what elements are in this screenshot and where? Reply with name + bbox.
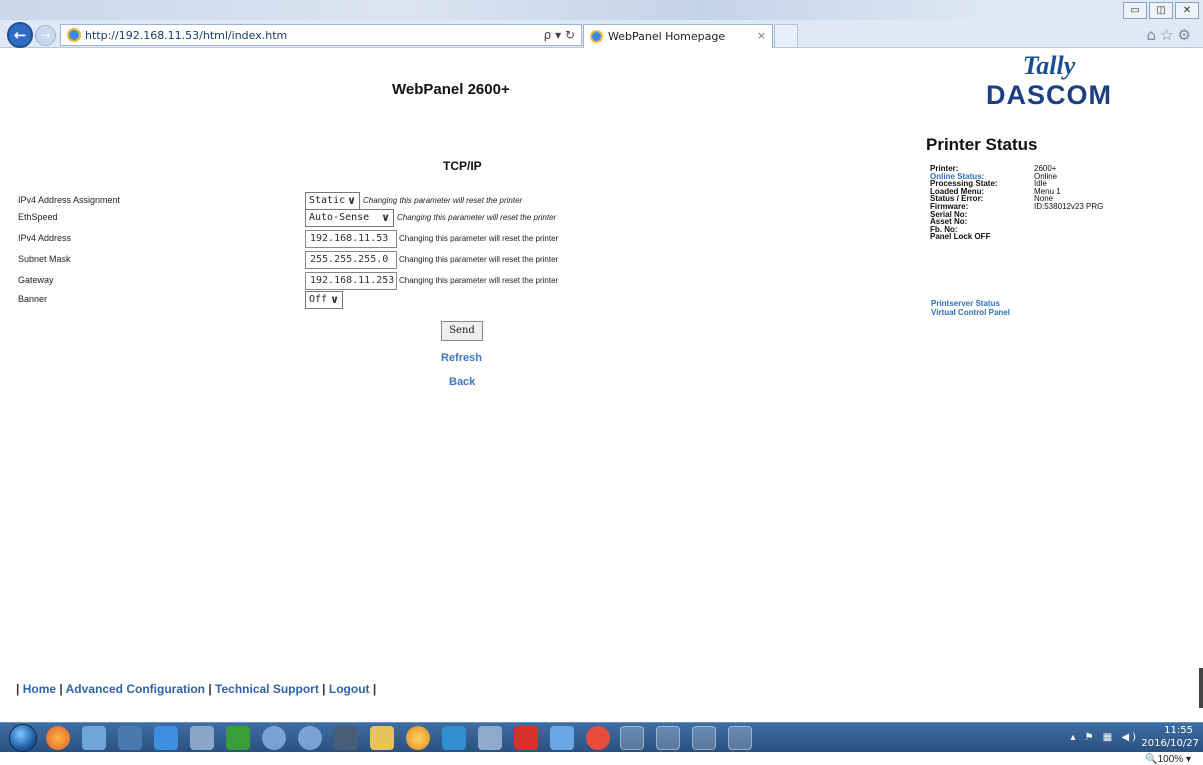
ie-tab-icon bbox=[590, 30, 603, 43]
maximize-button[interactable]: ◫ bbox=[1149, 2, 1173, 19]
footer-link-technical-support[interactable]: Technical Support bbox=[215, 682, 319, 696]
ipv4-address-input[interactable]: 192.168.11.53 bbox=[305, 230, 397, 248]
footer-link-logout[interactable]: Logout bbox=[329, 682, 370, 696]
gateway-input[interactable]: 192.168.11.253 bbox=[305, 272, 397, 290]
status-key: Panel Lock OFF bbox=[930, 232, 991, 242]
select-value: Auto-Sense bbox=[309, 212, 370, 223]
firefox-icon[interactable] bbox=[46, 726, 70, 750]
tab-close-icon[interactable]: × bbox=[757, 29, 766, 42]
tab-title: WebPanel Homepage bbox=[608, 30, 726, 43]
window-controls: ▭ ◫ ✕ bbox=[1123, 2, 1199, 19]
acrobat-taskbar-button[interactable] bbox=[656, 726, 680, 750]
heart-app-icon[interactable] bbox=[586, 726, 610, 750]
app-icon[interactable] bbox=[82, 726, 106, 750]
footer-separator: | bbox=[59, 682, 63, 696]
footer-separator: | bbox=[16, 682, 20, 696]
calculator-icon[interactable] bbox=[190, 726, 214, 750]
settings-gear-icon[interactable] bbox=[262, 726, 286, 750]
mfc-icon[interactable] bbox=[226, 726, 250, 750]
footer-nav: | Home | Advanced Configuration | Techni… bbox=[16, 682, 376, 696]
new-tab-button[interactable] bbox=[774, 24, 798, 48]
select-value: Off bbox=[309, 294, 328, 305]
banner-select[interactable]: Off ∨ bbox=[305, 291, 343, 309]
reset-hint: Changing this parameter will reset the p… bbox=[399, 276, 559, 285]
ipv4-assignment-select[interactable]: Static ∨ bbox=[305, 192, 360, 210]
section-title: TCP/IP bbox=[443, 159, 482, 173]
subnet-mask-input[interactable]: 255.255.255.0 bbox=[305, 251, 397, 269]
home-star-gear-icons[interactable]: ⌂☆⚙ bbox=[1147, 26, 1195, 44]
folder-icon[interactable] bbox=[370, 726, 394, 750]
ie-page-icon bbox=[67, 28, 81, 42]
close-window-button[interactable]: ✕ bbox=[1175, 2, 1199, 19]
tally-dascom-logo: Tally DASCOM bbox=[985, 52, 1113, 114]
footer-link-advanced-configuration[interactable]: Advanced Configuration bbox=[66, 682, 205, 696]
system-tray[interactable]: ▴ ⚑ ▦ ◀) bbox=[1070, 732, 1139, 743]
app-icon[interactable] bbox=[406, 726, 430, 750]
field-label: Subnet Mask bbox=[18, 254, 71, 264]
app-icon[interactable] bbox=[550, 726, 574, 750]
footer-link-home[interactable]: Home bbox=[23, 682, 56, 696]
web-page: WebPanel 2600+ Tally DASCOM TCP/IP IPv4 … bbox=[0, 48, 1203, 765]
taskbar: ▴ ⚑ ▦ ◀) 11:55 2016/10/27 bbox=[0, 722, 1203, 752]
app-icon[interactable] bbox=[514, 726, 538, 750]
address-bar[interactable]: http://192.168.11.53/html/index.htm ρ ▾ … bbox=[60, 24, 582, 46]
chevron-down-icon: ∨ bbox=[347, 194, 356, 207]
reset-hint: Changing this parameter will reset the p… bbox=[399, 255, 559, 264]
refresh-link[interactable]: Refresh bbox=[441, 352, 482, 364]
word-taskbar-button[interactable] bbox=[620, 726, 644, 750]
status-value: ID:538012v23 PRG bbox=[1034, 201, 1104, 211]
console-taskbar-button[interactable] bbox=[692, 726, 716, 750]
ethspeed-select[interactable]: Auto-Sense ∨ bbox=[305, 209, 394, 227]
printer-status-heading: Printer Status bbox=[926, 135, 1038, 154]
footer-separator: | bbox=[372, 682, 377, 696]
select-value: Static bbox=[309, 195, 346, 206]
tab-webpanel-homepage[interactable]: WebPanel Homepage × bbox=[583, 24, 773, 48]
tools-icon[interactable] bbox=[478, 726, 502, 750]
back-arrow-icon[interactable]: ← bbox=[7, 22, 33, 48]
page-title: WebPanel 2600+ bbox=[392, 81, 510, 98]
reset-hint: Changing this parameter will reset the p… bbox=[363, 196, 523, 205]
reset-hint: Changing this parameter will reset the p… bbox=[399, 234, 559, 243]
footer-separator: | bbox=[322, 682, 326, 696]
network-icon[interactable] bbox=[154, 726, 178, 750]
field-label: IPv4 Address bbox=[18, 233, 72, 243]
scrollbar[interactable] bbox=[1199, 668, 1203, 708]
clock-date[interactable]: 2016/10/27 bbox=[1141, 738, 1199, 749]
buildings-icon[interactable] bbox=[118, 726, 142, 750]
field-label: EthSpeed bbox=[18, 212, 58, 222]
image-viewer-icon[interactable] bbox=[334, 726, 358, 750]
chevron-down-icon: ∨ bbox=[381, 211, 390, 224]
chevron-down-icon: ∨ bbox=[330, 293, 339, 306]
start-button[interactable] bbox=[9, 724, 37, 752]
app-icon[interactable] bbox=[442, 726, 466, 750]
reset-hint: Changing this parameter will reset the p… bbox=[397, 213, 557, 222]
browser-chrome: ▭ ◫ ✕ ← → http://192.168.11.53/html/inde… bbox=[0, 0, 1203, 48]
forward-arrow-icon[interactable]: → bbox=[35, 25, 56, 46]
logo-dascom-text: DASCOM bbox=[986, 80, 1112, 110]
minimize-button[interactable]: ▭ bbox=[1123, 2, 1147, 19]
virtual-control-panel-link[interactable]: Virtual Control Panel bbox=[931, 308, 1010, 317]
field-label: Banner bbox=[18, 294, 48, 304]
url-text[interactable]: http://192.168.11.53/html/index.htm bbox=[85, 29, 287, 42]
search-refresh-icons[interactable]: ρ ▾ ↻ bbox=[544, 28, 575, 42]
clock-time[interactable]: 11:55 bbox=[1164, 725, 1193, 736]
send-button[interactable]: Send bbox=[441, 321, 483, 341]
zoom-level[interactable]: 🔍100% ▾ bbox=[1145, 754, 1191, 765]
field-label: Gateway bbox=[18, 275, 54, 285]
logo-tally-text: Tally bbox=[1022, 51, 1076, 80]
back-link[interactable]: Back bbox=[449, 376, 475, 388]
settings-gear-icon[interactable] bbox=[298, 726, 322, 750]
field-label: IPv4 Address Assignment bbox=[18, 195, 121, 205]
printserver-status-link[interactable]: Printserver Status bbox=[931, 299, 1000, 308]
footer-separator: | bbox=[208, 682, 212, 696]
title-bar bbox=[0, 0, 1000, 20]
ie-taskbar-button[interactable] bbox=[728, 726, 752, 750]
